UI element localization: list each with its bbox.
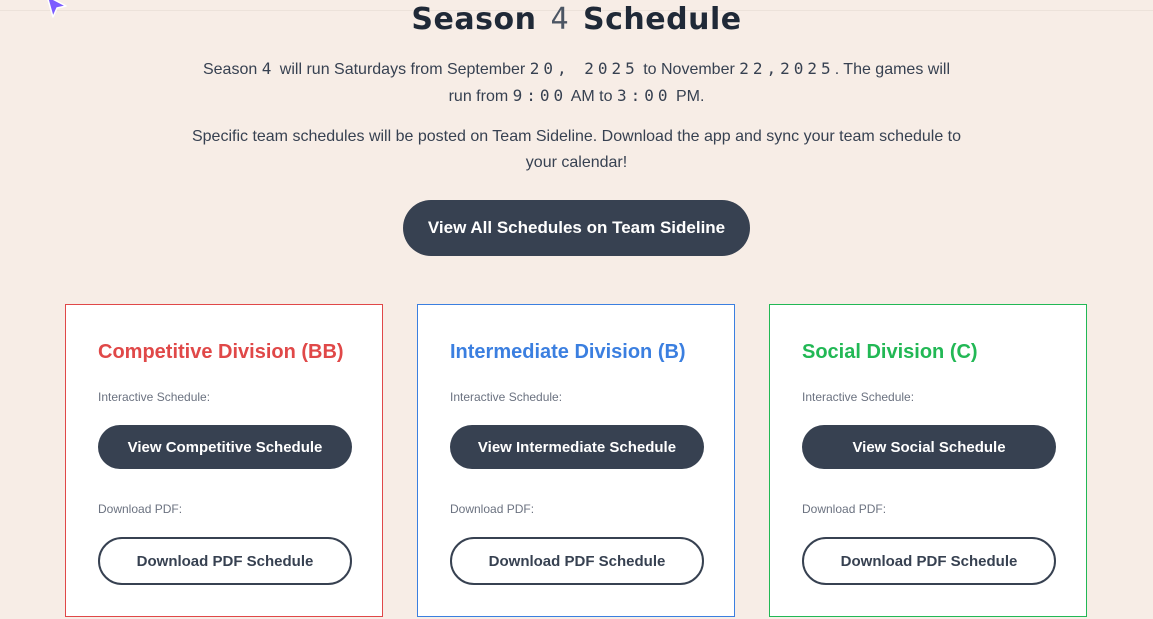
interactive-schedule-label: Interactive Schedule: — [98, 390, 211, 404]
intro-text-segment: PM. — [675, 88, 705, 105]
division-title: Competitive Division (BB) — [98, 341, 344, 363]
intro-text-segment: AM to — [570, 88, 613, 105]
intro-end-time: 3:00 — [616, 86, 672, 105]
view-competitive-schedule-button[interactable]: View Competitive Schedule — [98, 425, 352, 469]
division-card-intermediate: Intermediate Division (B) Interactive Sc… — [417, 304, 735, 617]
view-all-schedules-button[interactable]: View All Schedules on Team Sideline — [403, 200, 750, 256]
season-dates-text: Season 4 will run Saturdays from Septemb… — [190, 56, 963, 110]
interactive-schedule-label: Interactive Schedule: — [450, 390, 563, 404]
download-pdf-label: Download PDF: — [450, 502, 535, 516]
title-schedule-word: Schedule — [583, 2, 742, 37]
download-pdf-label: Download PDF: — [802, 502, 887, 516]
intro-start-date: 20, 2025 — [529, 59, 639, 78]
division-title: Social Division (C) — [802, 341, 978, 363]
view-social-schedule-button[interactable]: View Social Schedule — [802, 425, 1056, 469]
division-title: Intermediate Division (B) — [450, 341, 686, 363]
division-card-competitive: Competitive Division (BB) Interactive Sc… — [65, 304, 383, 617]
intro-season-number: 4 — [261, 59, 276, 78]
division-card-social: Social Division (C) Interactive Schedule… — [769, 304, 1087, 617]
intro-text-segment: Season — [202, 61, 258, 78]
download-social-pdf-button[interactable]: Download PDF Schedule — [802, 537, 1056, 585]
download-competitive-pdf-button[interactable]: Download PDF Schedule — [98, 537, 352, 585]
intro-text-segment: to November — [643, 61, 735, 78]
page-title: Season 4 Schedule — [0, 2, 1153, 37]
title-season-word: Season — [411, 2, 537, 37]
download-intermediate-pdf-button[interactable]: Download PDF Schedule — [450, 537, 704, 585]
interactive-schedule-label: Interactive Schedule: — [802, 390, 915, 404]
download-pdf-label: Download PDF: — [98, 502, 183, 516]
title-season-number: 4 — [550, 2, 570, 37]
team-sideline-info-text: Specific team schedules will be posted o… — [191, 128, 962, 171]
intro-end-date: 22,2025 — [739, 59, 835, 78]
intro-start-time: 9:00 — [512, 86, 568, 105]
intro-text-segment: will run Saturdays from September — [279, 61, 526, 78]
view-intermediate-schedule-button[interactable]: View Intermediate Schedule — [450, 425, 704, 469]
